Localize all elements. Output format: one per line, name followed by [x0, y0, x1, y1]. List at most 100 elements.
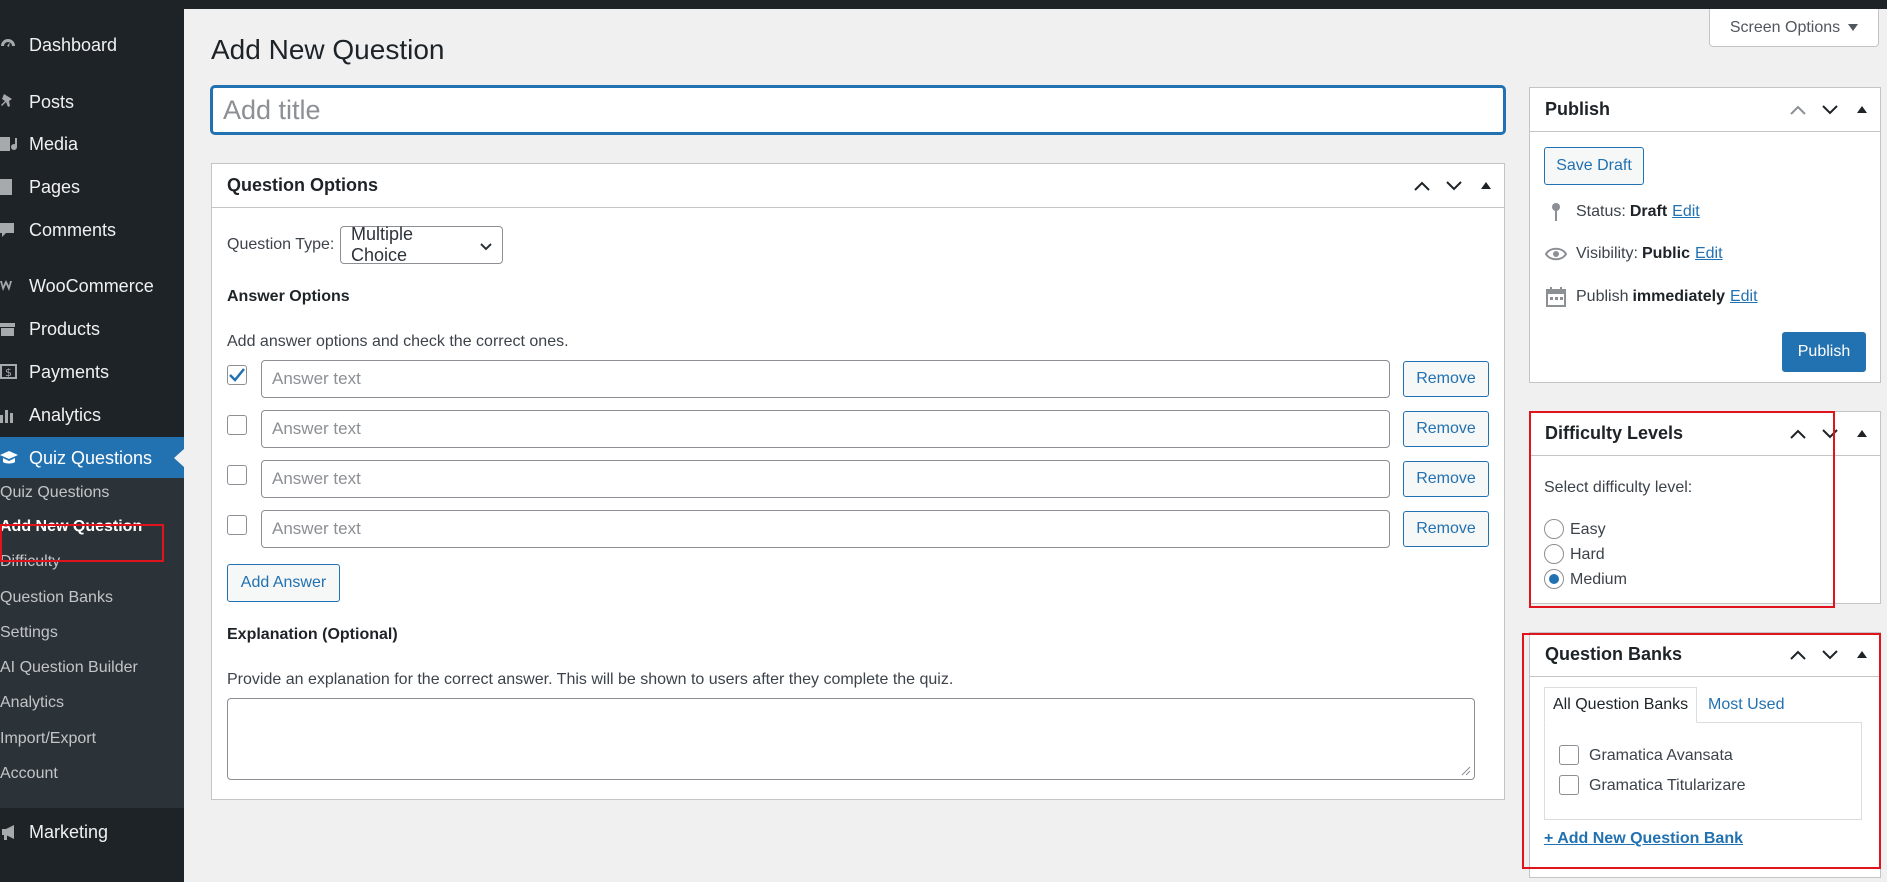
chevron-up-icon[interactable] — [1788, 100, 1808, 120]
edit-publish-time-link[interactable]: Edit — [1730, 288, 1758, 306]
answer-text-input[interactable]: Answer text — [261, 510, 1390, 548]
chevron-down-icon[interactable] — [1820, 645, 1840, 665]
screen-options-button[interactable]: Screen Options — [1709, 9, 1879, 47]
eye-icon — [1544, 242, 1568, 266]
screen-options-label: Screen Options — [1729, 18, 1841, 36]
sidebar-item-label: Posts — [29, 91, 75, 112]
visibility-value: Public — [1641, 245, 1690, 262]
sidebar-item-label: Dashboard — [29, 34, 118, 55]
tab-all-question-banks[interactable]: All Question Banks — [1544, 687, 1698, 723]
edit-status-link[interactable]: Edit — [1672, 203, 1700, 221]
toggle-triangle-icon[interactable] — [1852, 645, 1872, 665]
sidebar-item-woocommerce[interactable]: WooCommerce — [0, 265, 184, 307]
admin-sidebar: Dashboard Posts Media Pages Comments Woo… — [0, 0, 184, 882]
sidebar-item-label: Media — [29, 133, 79, 154]
resize-grip-icon[interactable] — [1461, 766, 1471, 776]
remove-answer-button[interactable]: Remove — [1403, 361, 1489, 397]
submenu-settings[interactable]: Settings — [0, 618, 184, 648]
sidebar-item-posts[interactable]: Posts — [0, 81, 184, 123]
answer-options-help: Add answer options and check the correct… — [227, 333, 569, 350]
status-row: Status: Draft Edit — [1544, 198, 1700, 226]
sidebar-item-marketing[interactable]: Marketing — [0, 811, 184, 853]
answer-options-title: Answer Options — [227, 288, 350, 305]
sidebar-item-label: WooCommerce — [29, 275, 154, 296]
sidebar-item-label: Products — [29, 318, 101, 339]
remove-answer-button[interactable]: Remove — [1403, 411, 1489, 447]
add-new-question-bank-link[interactable]: + Add New Question Bank — [1544, 830, 1743, 848]
tab-most-used[interactable]: Most Used — [1700, 687, 1792, 723]
chevron-down-icon[interactable] — [1444, 176, 1464, 196]
question-type-label: Question Type: — [227, 236, 335, 253]
sidebar-item-label: Payments — [29, 361, 110, 382]
question-options-title: Question Options — [227, 175, 378, 195]
answer-correct-checkbox[interactable] — [227, 415, 247, 435]
submenu-difficulty[interactable]: Difficulty — [0, 547, 184, 577]
question-type-value: Multiple Choice — [351, 224, 414, 265]
difficulty-radio-easy[interactable] — [1544, 519, 1564, 539]
submenu-quiz-questions[interactable]: Quiz Questions — [0, 478, 184, 508]
bank-label: Gramatica Avansata — [1589, 747, 1733, 764]
admin-top-bar — [0, 0, 1887, 9]
explanation-textarea[interactable] — [227, 698, 1475, 780]
chevron-up-icon[interactable] — [1788, 424, 1808, 444]
answer-text-input[interactable]: Answer text — [261, 360, 1390, 398]
submenu-analytics[interactable]: Analytics — [0, 688, 184, 718]
add-answer-button[interactable]: Add Answer — [227, 564, 340, 602]
chevron-up-icon[interactable] — [1412, 176, 1432, 196]
remove-answer-button[interactable]: Remove — [1403, 511, 1489, 547]
question-options-box: Question Options Question Type: Multiple… — [211, 163, 1505, 800]
bank-checkbox[interactable] — [1559, 775, 1579, 795]
sidebar-item-label: Pages — [29, 176, 81, 197]
woocommerce-icon — [0, 265, 22, 307]
sidebar-item-comments[interactable]: Comments — [0, 209, 184, 251]
question-banks-list-panel: Gramatica Avansata Gramatica Titularizar… — [1544, 722, 1862, 820]
submenu-question-banks[interactable]: Question Banks — [0, 583, 184, 613]
sidebar-item-dashboard[interactable]: Dashboard — [0, 24, 184, 66]
sidebar-item-analytics[interactable]: Analytics — [0, 394, 184, 436]
publish-button[interactable]: Publish — [1782, 332, 1866, 372]
toggle-triangle-icon[interactable] — [1852, 424, 1872, 444]
remove-answer-button[interactable]: Remove — [1403, 461, 1489, 497]
title-input[interactable]: Add title — [211, 86, 1505, 134]
submenu-add-new-question[interactable]: Add New Question — [0, 512, 184, 542]
comment-icon — [0, 209, 22, 251]
sidebar-item-products[interactable]: Products — [0, 308, 184, 350]
chevron-down-icon[interactable] — [1820, 424, 1840, 444]
question-banks-box: Question Banks Gramatica Avansata Gramat… — [1529, 632, 1881, 878]
answer-correct-checkbox[interactable] — [227, 465, 247, 485]
publish-box: Publish Save Draft Status: Draft Edit Vi… — [1529, 87, 1881, 383]
sidebar-item-label: Marketing — [29, 821, 109, 842]
question-banks-header: Question Banks — [1530, 633, 1880, 677]
difficulty-levels-box: Difficulty Levels Select difficulty leve… — [1529, 411, 1881, 604]
publish-time-value: immediately — [1632, 288, 1725, 305]
publish-time-row: Publish immediately Edit — [1544, 283, 1758, 311]
pages-icon — [0, 166, 22, 208]
toggle-triangle-icon[interactable] — [1852, 100, 1872, 120]
bank-checkbox[interactable] — [1559, 745, 1579, 765]
sidebar-item-pages[interactable]: Pages — [0, 166, 184, 208]
difficulty-radio-hard[interactable] — [1544, 544, 1564, 564]
edit-visibility-link[interactable]: Edit — [1695, 245, 1723, 263]
submenu-account[interactable]: Account — [0, 759, 184, 789]
answer-correct-checkbox[interactable] — [227, 365, 247, 385]
save-draft-button[interactable]: Save Draft — [1544, 147, 1644, 185]
question-type-select[interactable]: Multiple Choice — [340, 224, 503, 265]
answer-text-input[interactable]: Answer text — [261, 460, 1390, 498]
explanation-help: Provide an explanation for the correct a… — [227, 671, 954, 688]
toggle-triangle-icon[interactable] — [1476, 176, 1496, 196]
answer-text-input[interactable]: Answer text — [261, 410, 1390, 448]
submenu-import-export[interactable]: Import/Export — [0, 724, 184, 754]
difficulty-radio-medium[interactable] — [1544, 569, 1564, 589]
publish-time-label: Publish — [1576, 288, 1629, 305]
sidebar-item-media[interactable]: Media — [0, 123, 184, 165]
question-banks-title: Question Banks — [1545, 644, 1683, 664]
radio-selected-dot — [1549, 574, 1559, 584]
answer-correct-checkbox[interactable] — [227, 515, 247, 535]
sidebar-item-payments[interactable]: $ Payments — [0, 351, 184, 393]
chevron-down-icon[interactable] — [1820, 100, 1840, 120]
chevron-up-icon[interactable] — [1788, 645, 1808, 665]
status-value: Draft — [1629, 203, 1668, 220]
submenu-ai-question-builder[interactable]: AI Question Builder — [0, 653, 184, 683]
archive-icon — [0, 308, 22, 350]
sidebar-item-quiz-questions[interactable]: Quiz Questions — [0, 437, 184, 479]
